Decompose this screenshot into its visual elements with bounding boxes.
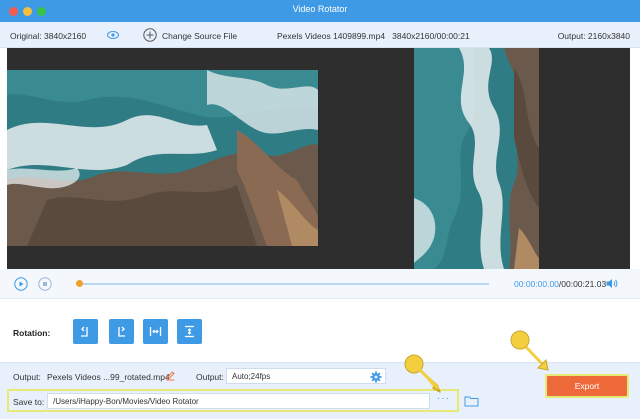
window-title: Video Rotator	[292, 4, 348, 14]
output-format-field[interactable]: Auto;24fps	[226, 368, 386, 384]
rotate-right-icon	[118, 326, 125, 337]
total-time: /00:00:21.03	[558, 279, 607, 289]
browse-button[interactable]: ···	[437, 393, 450, 404]
rotation-label: Rotation:	[13, 328, 51, 338]
title-bar: Video Rotator	[0, 0, 640, 22]
rotate-left-button[interactable]	[73, 319, 98, 344]
output-filename: Pexels Videos ...99_rotated.mp4	[47, 372, 170, 382]
pointer-arrow-export	[510, 330, 549, 371]
video-preview-area	[7, 48, 630, 269]
play-icon[interactable]	[14, 277, 28, 291]
flip-vertical-icon	[185, 325, 194, 338]
rotate-right-button[interactable]	[109, 319, 134, 344]
save-to-label: Save to:	[13, 397, 45, 407]
edit-icon[interactable]	[165, 370, 176, 381]
export-button[interactable]: Export	[547, 376, 627, 396]
time-display: 00:00:00.00/00:00:21.03	[514, 279, 606, 289]
rotated-preview-pane	[319, 48, 630, 269]
source-file-details: 3840x2160/00:00:21	[392, 31, 470, 41]
output-format-label: Output:	[196, 372, 224, 382]
source-filename: Pexels Videos 1409899.mp4	[277, 31, 386, 41]
save-path-value: /Users/iHappy-Bon/Movies/Video Rotator	[53, 397, 199, 406]
flip-horizontal-icon	[149, 327, 162, 336]
timeline-handle[interactable]	[76, 280, 83, 287]
volume-icon[interactable]	[605, 277, 618, 290]
timeline-track[interactable]	[79, 283, 489, 285]
app-window: Video Rotator Original: 3840x2160 Change…	[0, 0, 640, 419]
folder-icon[interactable]	[464, 395, 479, 407]
rotated-video-frame	[414, 48, 539, 269]
flip-vertical-button[interactable]	[177, 319, 202, 344]
output-label: Output:	[13, 372, 41, 382]
info-bar: Original: 3840x2160 Change Source File P…	[0, 22, 640, 48]
pointer-arrow-save	[404, 354, 441, 393]
current-time: 00:00:00.00	[514, 279, 559, 289]
eye-icon[interactable]	[107, 30, 119, 40]
stop-icon[interactable]	[38, 277, 52, 291]
original-preview-pane	[7, 48, 318, 269]
output-resolution: Output: 2160x3840	[557, 31, 630, 41]
rotate-left-icon	[81, 326, 88, 337]
add-source-icon[interactable]	[143, 28, 157, 42]
original-resolution: Original: 3840x2160	[10, 31, 87, 41]
source-file-info: Pexels Videos 1409899.mp4 3840x2160/00:0…	[277, 31, 470, 41]
save-path-field[interactable]: /Users/iHappy-Bon/Movies/Video Rotator	[47, 393, 430, 409]
output-format-value: Auto;24fps	[232, 372, 271, 381]
change-source-button[interactable]: Change Source File	[162, 31, 237, 41]
playback-bar: 00:00:00.00/00:00:21.03	[0, 269, 640, 299]
original-video-frame	[7, 70, 318, 246]
flip-horizontal-button[interactable]	[143, 319, 168, 344]
gear-icon[interactable]	[370, 371, 382, 383]
